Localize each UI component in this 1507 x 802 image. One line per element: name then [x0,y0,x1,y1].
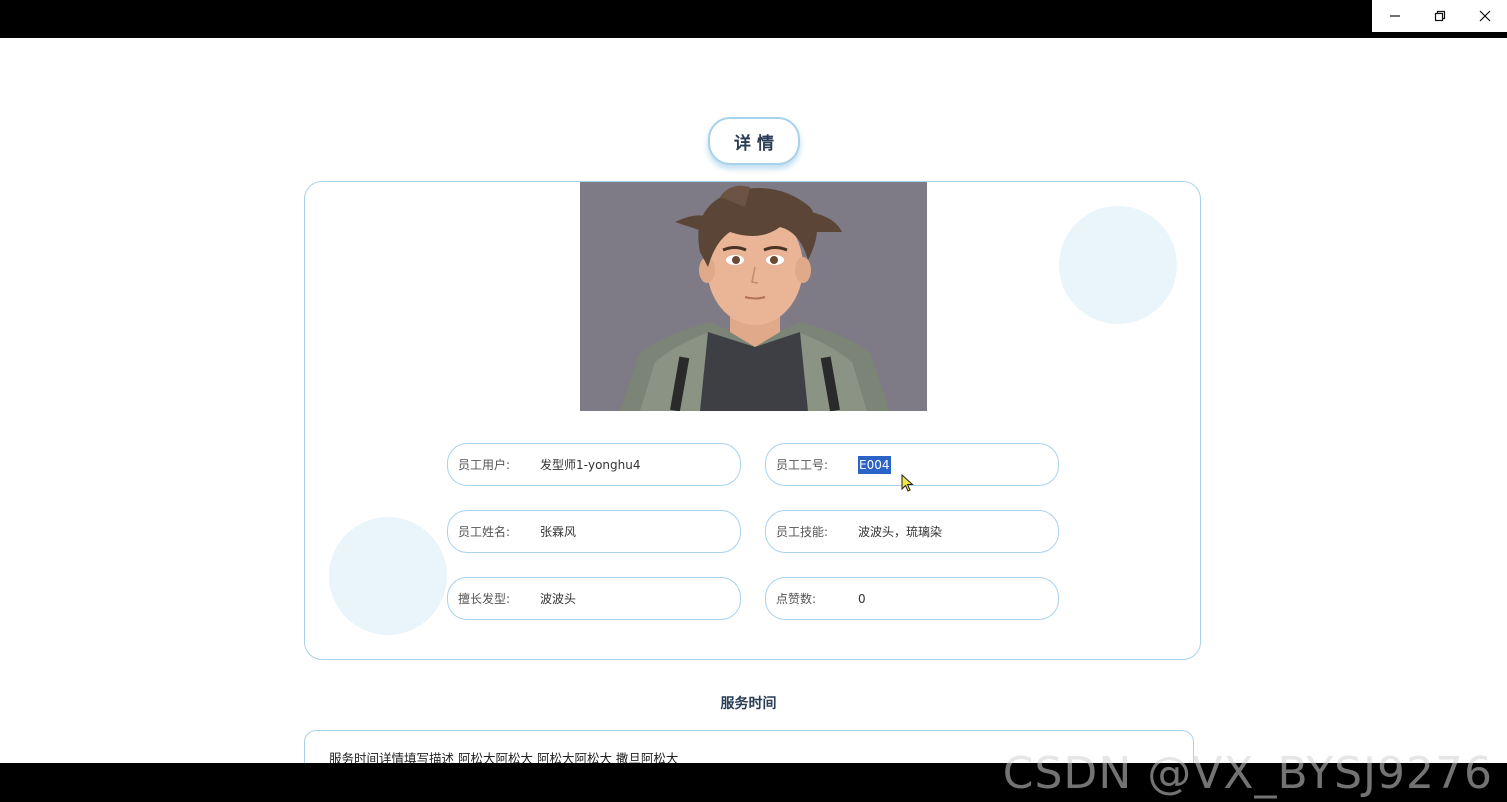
avatar-illustration [580,182,927,411]
field-value: 波波头 [540,592,577,606]
decorative-circle [1059,206,1177,324]
field-label: 点赞数: [776,592,817,606]
field-label: 员工姓名: [458,525,511,539]
service-time-heading: 服务时间 [720,696,777,712]
close-icon [1479,10,1490,22]
decorative-circle [329,517,447,635]
field-label: 员工工号: [776,458,829,472]
minimize-button[interactable] [1375,0,1415,32]
field-specialty-hairstyle: 擅长发型: 波波头 [447,577,741,620]
field-label: 员工用户: [458,458,511,472]
field-value: 张霖风 [540,525,577,539]
close-button[interactable] [1465,0,1505,32]
field-employee-name: 员工姓名: 张霖风 [447,510,741,553]
employee-avatar-image [580,182,927,411]
minimize-icon [1389,15,1400,17]
window-title-bar [0,0,1507,38]
field-value: 波波头，琉璃染 [858,525,943,539]
page: 详情 员工用户: 发型师1-yonghu4 员工工号: E004 员工姓名: 张… [0,0,1507,802]
field-employee-user: 员工用户: 发型师1-yonghu4 [447,443,741,486]
restore-icon [1434,10,1445,22]
field-value: 发型师1-yonghu4 [540,458,641,472]
field-label: 擅长发型: [458,592,511,606]
field-label: 员工技能: [776,525,829,539]
restore-button[interactable] [1420,0,1460,32]
window-controls [1372,0,1507,32]
field-value-selected[interactable]: E004 [858,455,891,474]
field-like-count: 点赞数: 0 [765,577,1059,620]
page-title: 详情 [708,117,800,165]
mouse-cursor-icon [901,474,914,492]
field-value: 0 [858,591,866,606]
watermark: CSDN @VX_BYSJ9276 [1002,748,1493,799]
field-employee-skills: 员工技能: 波波头，琉璃染 [765,510,1059,553]
detail-card: 员工用户: 发型师1-yonghu4 员工工号: E004 员工姓名: 张霖风 … [304,181,1201,660]
